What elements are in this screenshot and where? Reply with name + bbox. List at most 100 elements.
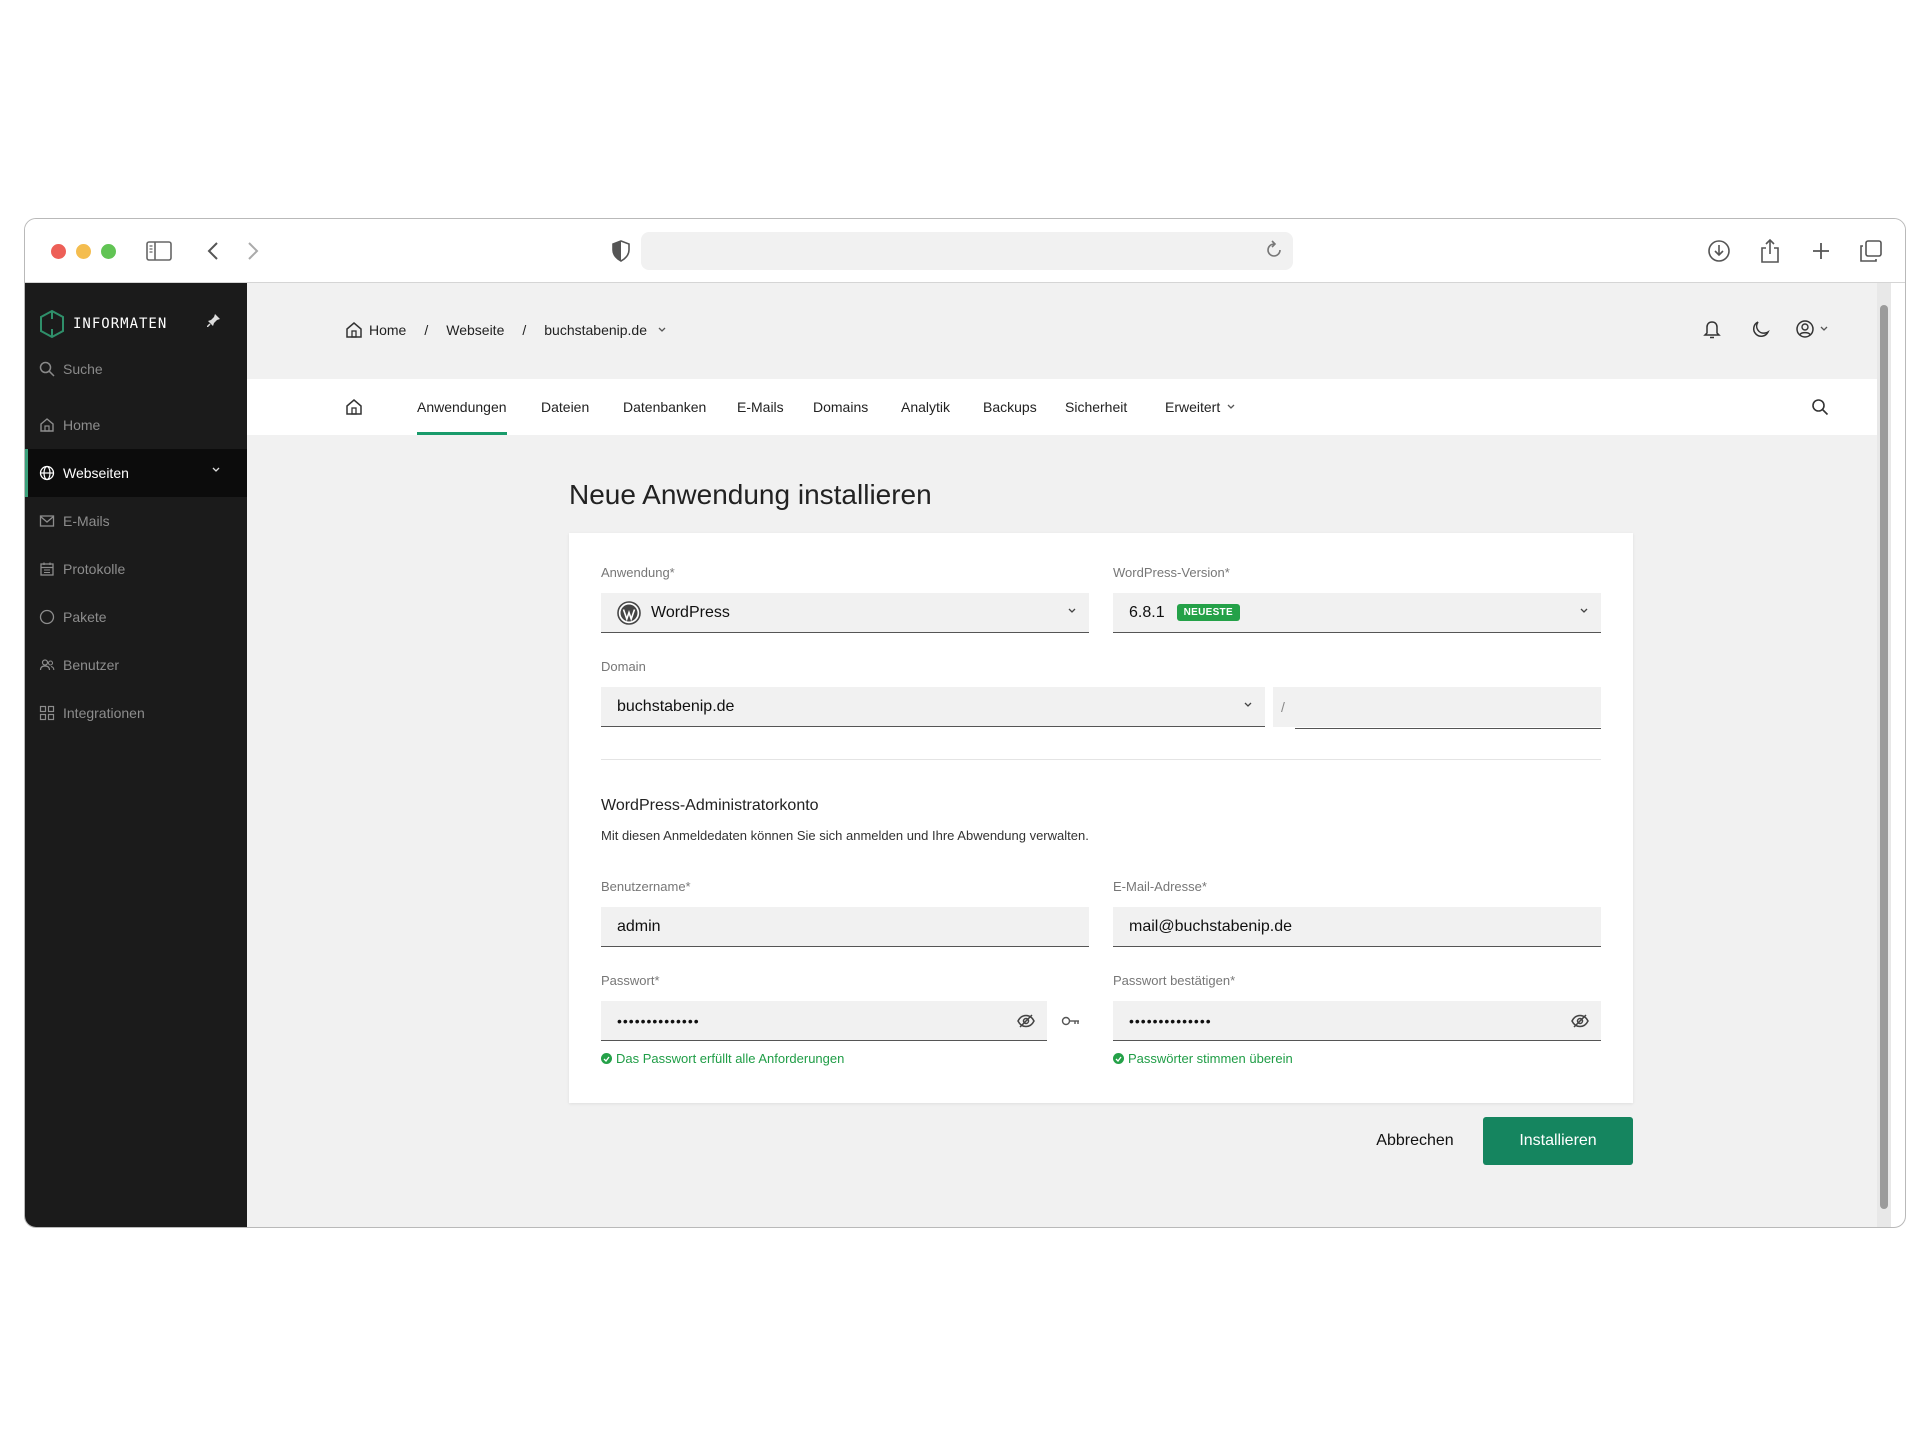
chevron-down-icon [657,326,667,334]
user-circle-icon [1795,319,1815,339]
password-input[interactable]: •••••••••••••• [601,1001,1047,1041]
page-title: Neue Anwendung installieren [569,479,932,510]
tab-overview-icon[interactable] [1857,237,1885,265]
wordpress-icon [617,600,641,625]
sidebar-item-home[interactable]: Home [25,401,247,449]
eye-off-icon[interactable] [1571,1013,1589,1029]
sidebar-item-emails[interactable]: E-Mails [25,497,247,545]
chevron-down-icon [1819,325,1829,333]
circle-icon [39,609,55,625]
brand-name: INFORMATEN [73,316,168,332]
calendar-icon [39,561,55,577]
search-icon[interactable] [1811,379,1829,435]
scrollbar-thumb[interactable] [1880,305,1888,1209]
reload-icon[interactable] [1261,237,1287,263]
tab-datenbanken[interactable]: Datenbanken [623,379,706,435]
confirm-password-label: Passwort bestätigen* [1113,973,1236,988]
sidebar-item-integrationen[interactable]: Integrationen [25,689,247,737]
breadcrumb-site[interactable]: buchstabenip.de [544,322,667,338]
domain-select[interactable]: buchstabenip.de [601,687,1265,727]
globe-icon [39,465,55,481]
cancel-button[interactable]: Abbrechen [1355,1117,1475,1165]
sidebar-item-protokolle[interactable]: Protokolle [25,545,247,593]
sidebar-search[interactable]: Suche [39,361,103,377]
privacy-shield-icon[interactable] [607,237,635,265]
chevron-down-icon [1579,607,1589,615]
sidebar-item-benutzer[interactable]: Benutzer [25,641,247,689]
main-content: Home / Webseite / buchstabenip.de Anwend… [247,283,1891,1227]
version-select[interactable]: 6.8.1 NEUESTE [1113,593,1601,633]
user-menu[interactable] [1795,319,1829,339]
tab-emails[interactable]: E-Mails [737,379,784,435]
forward-icon[interactable] [239,237,267,265]
share-icon[interactable] [1756,237,1784,265]
tab-analytik[interactable]: Analytik [901,379,950,435]
divider [601,759,1601,760]
chevron-down-icon[interactable] [211,466,221,474]
logo-icon [39,309,65,339]
email-input[interactable]: mail@buchstabenip.de [1113,907,1601,947]
back-icon[interactable] [199,237,227,265]
path-prefix: / [1281,699,1285,715]
home-icon [39,417,55,433]
app-value: WordPress [651,603,730,621]
eye-off-icon[interactable] [1017,1013,1035,1029]
tab-home[interactable] [345,379,363,435]
version-label: WordPress-Version* [1113,565,1230,580]
scrollbar[interactable] [1877,283,1891,1227]
confirm-password-valid-message: Passwörter stimmen überein [1113,1051,1293,1066]
tab-anwendungen[interactable]: Anwendungen [417,379,507,435]
download-icon[interactable] [1705,237,1733,265]
domain-value: buchstabenip.de [617,697,735,715]
install-form-card: Anwendung* WordPress WordPress-Version* … [569,533,1633,1103]
password-valid-message: Das Passwort erfüllt alle Anforderungen [601,1051,844,1066]
search-icon [39,361,55,377]
email-value: mail@buchstabenip.de [1129,917,1293,935]
version-value: 6.8.1 [1129,603,1165,621]
pin-icon[interactable] [207,313,221,327]
dark-mode-icon[interactable] [1751,319,1771,339]
sidebar-toggle-icon[interactable] [145,237,173,265]
tab-erweitert[interactable]: Erweitert [1165,379,1236,435]
install-button[interactable]: Installieren [1483,1117,1633,1165]
username-input[interactable]: admin [601,907,1089,947]
breadcrumb-separator: / [522,322,527,338]
path-field[interactable]: / [1273,687,1601,729]
close-window-button[interactable] [51,244,66,259]
confirm-password-input[interactable]: •••••••••••••• [1113,1001,1601,1041]
app-select[interactable]: WordPress [601,593,1089,633]
sidebar-item-label: Integrationen [63,705,145,721]
check-circle-icon [1113,1053,1124,1064]
breadcrumb-section[interactable]: Webseite [446,322,504,338]
maximize-window-button[interactable] [101,244,116,259]
home-icon [345,398,363,416]
brand[interactable]: INFORMATEN [39,309,167,339]
breadcrumb-home[interactable]: Home [345,321,406,339]
tab-backups[interactable]: Backups [983,379,1037,435]
sidebar-item-label: Benutzer [63,657,120,673]
new-tab-icon[interactable] [1807,237,1835,265]
sidebar-item-webseiten[interactable]: Webseiten [25,449,247,497]
chevron-down-icon [1243,701,1253,709]
breadcrumb-separator: / [424,322,429,338]
domain-label: Domain [601,659,646,674]
browser-toolbar [25,219,1905,283]
bell-icon[interactable] [1703,319,1721,339]
tab-domains[interactable]: Domains [813,379,868,435]
check-circle-icon [601,1053,612,1064]
tab-dateien[interactable]: Dateien [541,379,589,435]
path-input[interactable] [1295,689,1601,729]
section-description: Mit diesen Anmeldedaten können Sie sich … [601,828,1089,843]
breadcrumb: Home / Webseite / buchstabenip.de [345,321,667,339]
key-generate-icon[interactable] [1061,1015,1081,1027]
minimize-window-button[interactable] [76,244,91,259]
sidebar-item-pakete[interactable]: Pakete [25,593,247,641]
password-value: •••••••••••••• [617,1012,700,1029]
sidebar-search-label: Suche [63,361,103,377]
tab-sicherheit[interactable]: Sicherheit [1065,379,1127,435]
users-icon [39,657,55,673]
section-title: WordPress-Administratorkonto [601,797,819,814]
grid-icon [39,705,55,721]
address-bar[interactable] [641,232,1293,270]
password-label: Passwort* [601,973,660,988]
